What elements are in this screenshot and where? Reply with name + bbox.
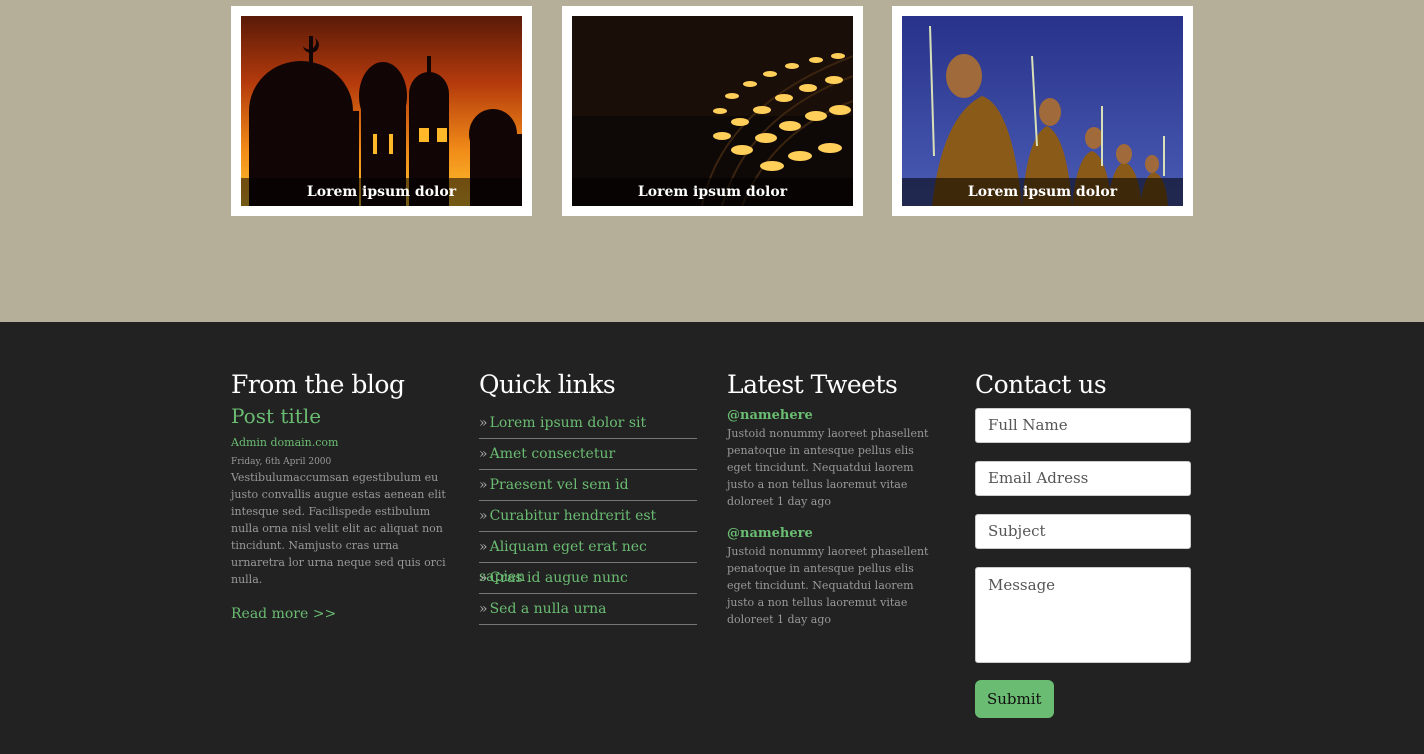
gallery-photo-candles[interactable]: Lorem ipsum dolor	[572, 16, 853, 206]
post-date: Friday, 6th April 2000	[231, 457, 332, 467]
quick-link-item[interactable]: » Praesent vel sem id	[479, 470, 697, 501]
quick-links-list: » Lorem ipsum dolor sit » Amet consectetur…	[479, 408, 697, 625]
chevron-right-icon: »	[479, 601, 488, 617]
chevron-right-icon: »	[479, 415, 488, 431]
chevron-right-icon: »	[479, 508, 488, 524]
gallery-photo-monks[interactable]: Lorem ipsum dolor	[902, 16, 1183, 206]
gallery-card[interactable]: Lorem ipsum dolor	[892, 6, 1193, 216]
post-author-link[interactable]: Admin domain.com	[231, 436, 451, 449]
tweet-text: Justoid nonummy laoreet phasellent penat…	[727, 427, 929, 508]
footer: From the blog Post title Admin domain.co…	[0, 322, 1424, 754]
message-field[interactable]: Message	[975, 567, 1191, 663]
post-excerpt: Vestibulumaccumsan egestibulum eu justo …	[231, 471, 446, 586]
read-more-link[interactable]: Read more >>	[231, 606, 451, 622]
quick-link-item[interactable]: » Amet consectetur	[479, 439, 697, 470]
quick-link-label[interactable]: Cras id augue nunc	[490, 570, 628, 586]
gallery-card[interactable]: Lorem ipsum dolor	[562, 6, 863, 216]
quick-links-column: Quick links » Lorem ipsum dolor sit » Amet…	[479, 372, 697, 625]
quick-link-item[interactable]: » Lorem ipsum dolor sit	[479, 408, 697, 439]
quick-link-label[interactable]: Amet consectetur	[490, 446, 616, 462]
quick-link-item[interactable]: » Aliquam eget erat nec sapien	[479, 532, 697, 585]
tweet-item: @namehere Justoid nonummy laoreet phasel…	[727, 408, 937, 510]
tweet-handle-link[interactable]: @namehere	[727, 526, 937, 541]
quick-link-item[interactable]: » Sed a nulla urna	[479, 594, 697, 625]
gallery-caption: Lorem ipsum dolor	[902, 178, 1183, 206]
gallery-caption: Lorem ipsum dolor	[572, 178, 853, 206]
image-gallery: Lorem ipsum dolor Lorem ipsum dolor Lore…	[231, 6, 1193, 216]
chevron-right-icon: »	[479, 539, 488, 555]
quick-link-item[interactable]: » Cras id augue nunc	[479, 563, 697, 594]
quick-link-label[interactable]: Sed a nulla urna	[490, 601, 607, 617]
quick-link-label[interactable]: Lorem ipsum dolor sit	[490, 415, 647, 431]
blog-column: From the blog Post title Admin domain.co…	[231, 370, 451, 623]
submit-button[interactable]: Submit	[975, 680, 1054, 718]
post-title-link[interactable]: Post title	[231, 404, 451, 428]
quick-links-heading: Quick links	[479, 370, 616, 399]
subject-field[interactable]: Subject	[975, 514, 1191, 549]
chevron-right-icon: »	[479, 570, 488, 586]
gallery-card[interactable]: Lorem ipsum dolor	[231, 6, 532, 216]
full-name-field[interactable]: Full Name	[975, 408, 1191, 443]
tweet-text: Justoid nonummy laoreet phasellent penat…	[727, 545, 929, 626]
email-field[interactable]: Email Adress	[975, 461, 1191, 496]
chevron-right-icon: »	[479, 446, 488, 462]
chevron-right-icon: »	[479, 477, 488, 493]
tweet-item: @namehere Justoid nonummy laoreet phasel…	[727, 526, 937, 628]
quick-link-label[interactable]: Praesent vel sem id	[490, 477, 629, 493]
tweets-column: Latest Tweets @namehere Justoid nonummy …	[727, 372, 937, 628]
gallery-caption: Lorem ipsum dolor	[241, 178, 522, 206]
contact-column: Contact us Full Name Email Adress Subjec…	[975, 372, 1193, 718]
blog-heading: From the blog	[231, 370, 405, 399]
gallery-photo-mosque[interactable]: Lorem ipsum dolor	[241, 16, 522, 206]
quick-link-label[interactable]: Curabitur hendrerit est	[490, 508, 657, 524]
contact-heading: Contact us	[975, 370, 1107, 399]
quick-link-item[interactable]: » Curabitur hendrerit est	[479, 501, 697, 532]
gallery-section: Lorem ipsum dolor Lorem ipsum dolor Lore…	[0, 0, 1424, 322]
tweets-heading: Latest Tweets	[727, 370, 898, 399]
tweet-handle-link[interactable]: @namehere	[727, 408, 937, 423]
